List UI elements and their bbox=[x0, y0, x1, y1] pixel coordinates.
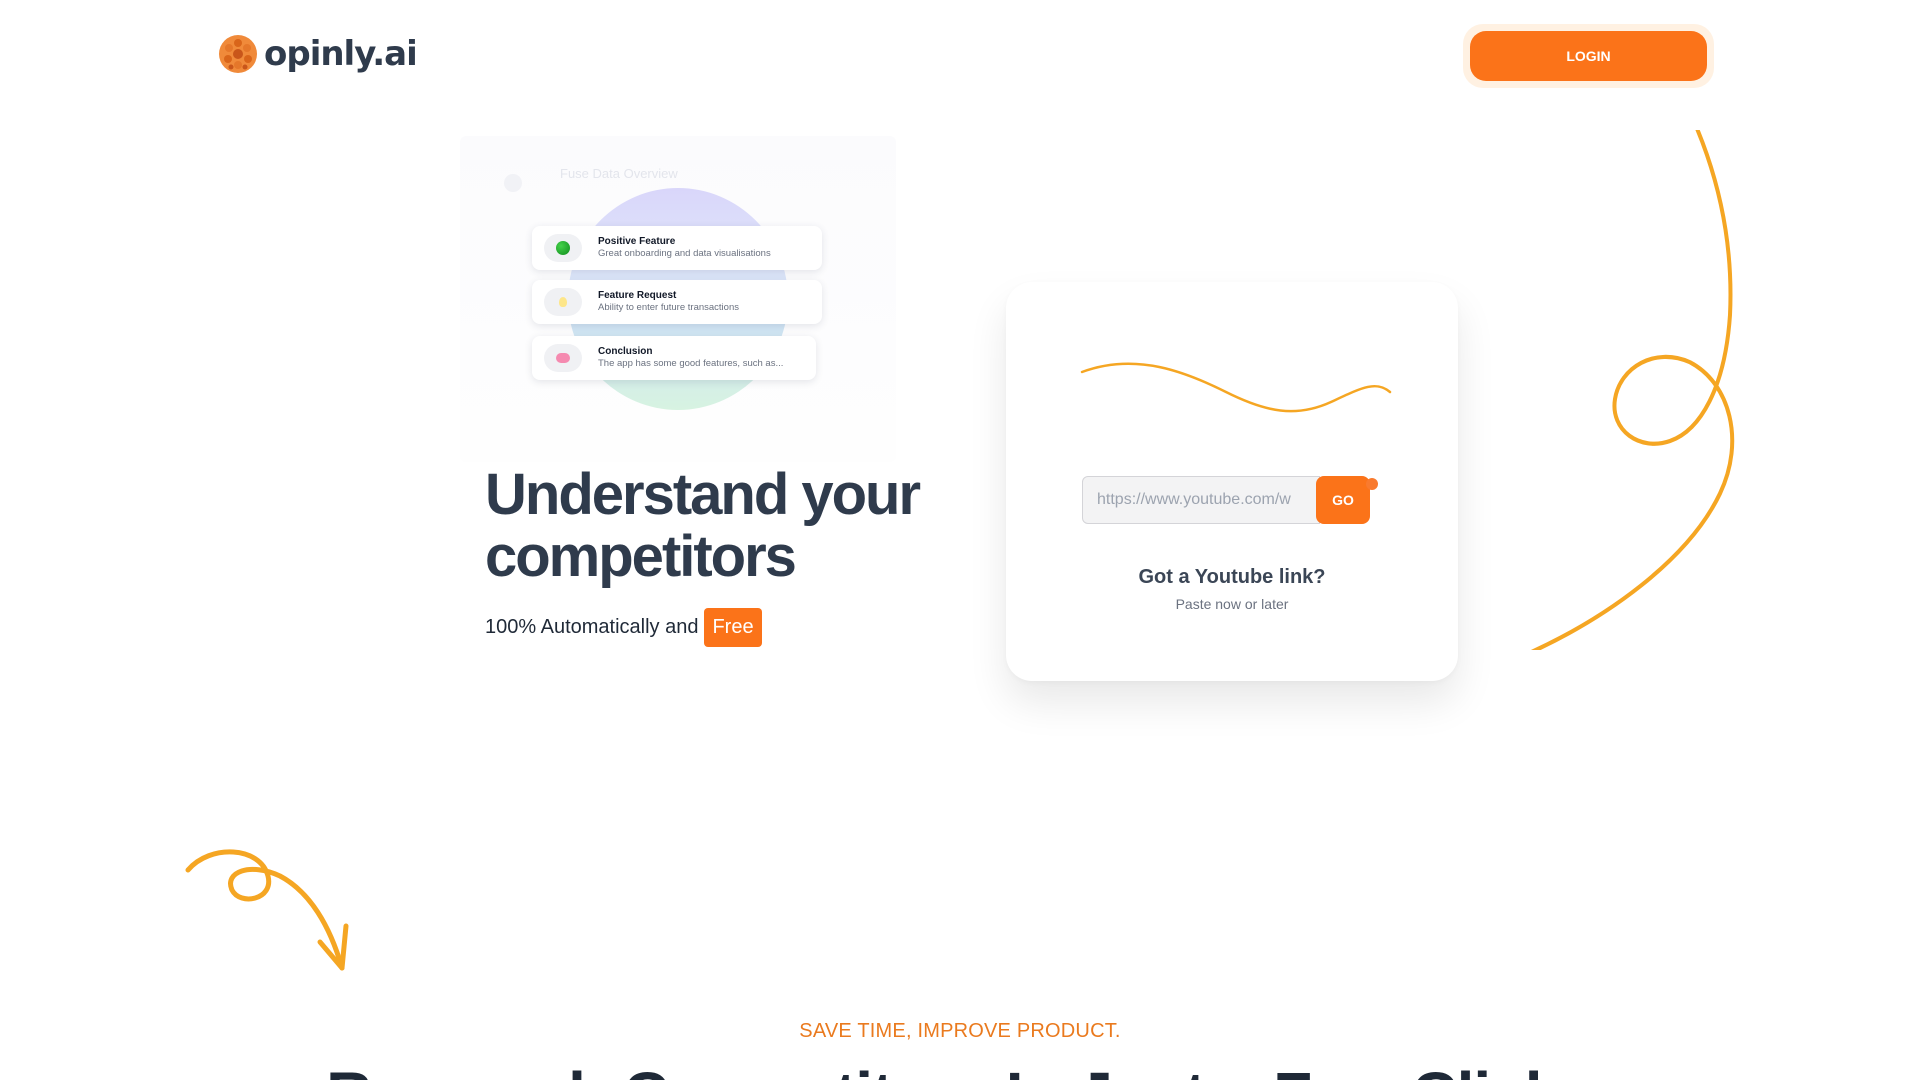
lightbulb-icon bbox=[544, 288, 582, 316]
card-title: Conclusion bbox=[598, 346, 653, 357]
section-kicker: SAVE TIME, IMPROVE PRODUCT. bbox=[799, 1020, 1121, 1042]
preview-faint-label: Fuse Data Overview bbox=[560, 166, 678, 181]
decorative-arrow-doodle bbox=[185, 849, 349, 971]
youtube-link-hint: Paste now or later bbox=[1175, 596, 1289, 612]
section-heading: Research Competitors In Just a Few Click… bbox=[0, 1058, 1920, 1080]
logo-text: opinly.ai bbox=[264, 34, 418, 74]
go-button[interactable]: GO bbox=[1316, 476, 1370, 524]
preview-card-request: Feature Request Ability to enter future … bbox=[532, 280, 822, 324]
notification-dot bbox=[1366, 478, 1378, 490]
logo-icon bbox=[219, 35, 257, 73]
logo[interactable]: opinly.ai bbox=[218, 34, 418, 74]
decorative-wave-doodle bbox=[1080, 362, 1392, 413]
hero-title: Understand your competitors bbox=[485, 462, 921, 589]
card-subtitle: Ability to enter future transactions bbox=[598, 302, 739, 313]
card-title: Feature Request bbox=[598, 290, 677, 301]
login-button-wrapper: LOGIN bbox=[1463, 24, 1714, 88]
green-circle-icon bbox=[544, 234, 582, 262]
youtube-link-card: GO Got a Youtube link? Paste now or late… bbox=[1006, 282, 1458, 681]
preview-card-conclusion: Conclusion The app has some good feature… bbox=[532, 336, 816, 380]
preview-faint-dot bbox=[504, 174, 522, 192]
decorative-loop-doodle bbox=[1530, 130, 1735, 650]
youtube-link-question: Got a Youtube link? bbox=[1138, 566, 1326, 588]
preview-card-positive: Positive Feature Great onboarding and da… bbox=[532, 226, 822, 270]
hero-subtitle-text: 100% Automatically and bbox=[485, 616, 699, 638]
feature-preview-graphic: Fuse Data Overview Positive Feature Grea… bbox=[460, 136, 896, 462]
free-badge: Free bbox=[704, 608, 762, 647]
card-title: Positive Feature bbox=[598, 236, 676, 247]
card-subtitle: The app has some good features, such as.… bbox=[598, 358, 784, 369]
hero-subtitle: 100% Automatically and Free bbox=[485, 608, 762, 647]
youtube-url-input[interactable] bbox=[1082, 476, 1320, 524]
card-subtitle: Great onboarding and data visualisations bbox=[598, 248, 771, 259]
login-button[interactable]: LOGIN bbox=[1470, 31, 1707, 81]
brain-icon bbox=[544, 344, 582, 372]
